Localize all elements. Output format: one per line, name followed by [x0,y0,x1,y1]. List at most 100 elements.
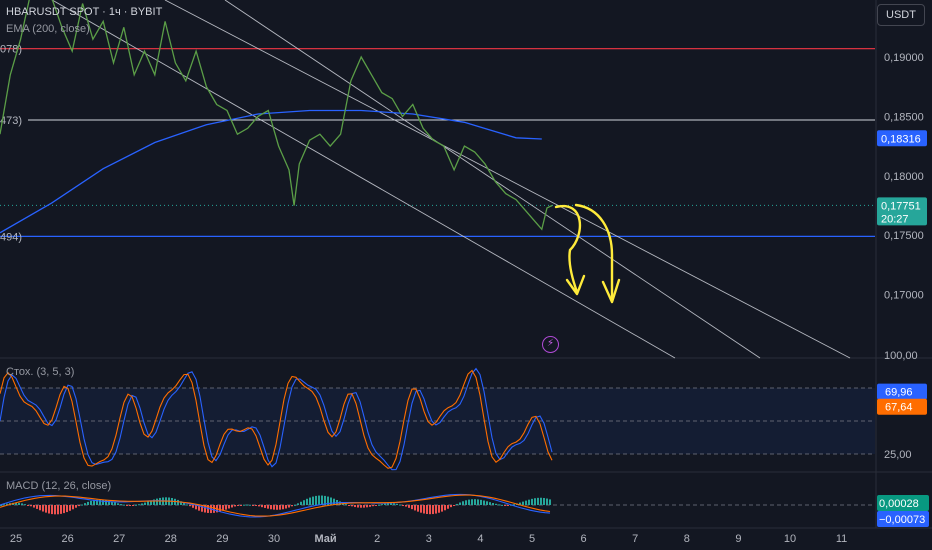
macd-hist-bar [366,505,368,508]
macd-hist-bar [66,505,68,513]
macd-hist-bar [276,505,278,510]
macd-hist-bar [255,505,257,506]
macd-hist-bar [51,505,53,515]
macd-hist-bar [534,498,536,505]
macd-hist-bar [102,499,104,505]
macd-hist-bar [75,505,77,508]
macd-hist-bar [30,505,32,507]
macd-tag-label: −0,00073 [879,514,925,526]
macd-hist-bar [267,505,269,509]
macd-indicator-label[interactable]: MACD (12, 26, close) [6,480,111,492]
time-axis-tick: 29 [216,533,228,545]
macd-hist-bar [300,501,302,505]
macd-hist-bar [348,505,350,506]
macd-hist-bar [375,505,377,506]
macd-hist-bar [549,499,551,505]
macd-hist-bar [537,497,539,505]
macd-hist-bar [243,504,245,506]
macd-hist-bar [264,505,266,508]
macd-hist-bar [24,504,26,506]
stoch-tag-label: 69,96 [885,387,913,399]
macd-hist-bar [186,504,188,506]
macd-hist-bar [261,505,263,508]
lightning-event-icon[interactable]: ⚡ [542,336,559,353]
macd-hist-bar [39,505,41,511]
macd-hist-bar [393,503,395,505]
price-tag-label: 0,17751 [881,200,921,212]
macd-hist-bar [540,497,542,505]
macd-hist-bar [45,505,47,513]
price-axis-tick: 0,17500 [884,230,924,242]
macd-hist-bar [297,503,299,505]
macd-hist-bar [471,499,473,505]
macd-hist-bar [456,503,458,505]
ema-indicator-label[interactable]: EMA (200, close) [6,23,90,35]
macd-hist-bar [21,503,23,505]
macd-hist-bar [18,502,20,505]
macd-hist-bar [354,505,356,508]
stoch-indicator-label[interactable]: Стох. (3, 5, 3) [6,366,74,378]
macd-hist-bar [405,505,407,507]
macd-hist-bar [117,503,119,505]
channel-line [51,0,676,359]
macd-hist-bar [381,504,383,506]
macd-hist-bar [480,499,482,505]
macd-hist-bar [462,501,464,505]
macd-hist-bar [498,504,500,506]
macd-hist-bar [411,505,413,510]
macd-hist-bar [252,505,254,506]
macd-hist-bar [177,499,179,505]
macd-hist-bar [78,505,80,507]
macd-hist-bar [546,498,548,505]
time-axis-tick: 8 [684,533,690,545]
annotation-arrow [554,204,582,294]
time-axis-tick: 3 [426,533,432,545]
macd-hist-bar [249,504,251,506]
price-axis-tick: 0,18500 [884,111,924,123]
macd-hist-bar [444,505,446,511]
channel-line [224,0,761,359]
macd-hist-bar [63,505,65,514]
macd-hist-bar [90,500,92,505]
ema-line [0,109,542,234]
macd-tag-label: 0,00028 [879,498,919,510]
macd-hist-bar [240,505,242,506]
macd-hist-bar [303,500,305,505]
macd-hist-bar [60,505,62,514]
macd-hist-bar [219,505,221,512]
macd-hist-bar [294,504,296,506]
macd-hist-bar [126,505,128,506]
currency-button[interactable]: USDT [877,4,925,26]
macd-hist-bar [231,505,233,508]
macd-hist-bar [87,501,89,505]
macd-hist-bar [345,504,347,506]
macd-hist-bar [156,498,158,505]
time-axis-tick: Май [315,533,337,545]
price-tag-label: 0,18316 [881,133,921,145]
time-axis-tick: 5 [529,533,535,545]
macd-hist-bar [429,505,431,515]
macd-hist-bar [135,504,137,506]
macd-hist-bar [486,501,488,505]
macd-hist-bar [132,505,134,506]
macd-hist-bar [57,505,59,515]
time-axis-tick: 9 [735,533,741,545]
symbol-title[interactable]: HBARUSDT SPOT · 1ч · BYBIT [6,6,162,18]
macd-hist-bar [318,495,320,505]
macd-hist-bar [270,505,272,510]
macd-hist-bar [225,505,227,510]
macd-hist-bar [69,505,71,511]
chart-canvas[interactable]: 078)473)494)0,190000,185000,180000,17500… [0,0,932,550]
macd-hist-bar [492,503,494,505]
macd-hist-bar [504,505,506,506]
macd-hist-bar [438,505,440,513]
time-axis-tick: 7 [632,533,638,545]
macd-hist-bar [129,505,131,506]
macd-hist-bar [522,501,524,505]
macd-hist-bar [432,505,434,515]
time-axis-tick: 25 [10,533,22,545]
macd-hist-bar [459,502,461,505]
stoch-axis-tick: 100,00 [884,350,918,362]
macd-hist-bar [420,505,422,513]
left-level-label: 494) [0,231,22,243]
